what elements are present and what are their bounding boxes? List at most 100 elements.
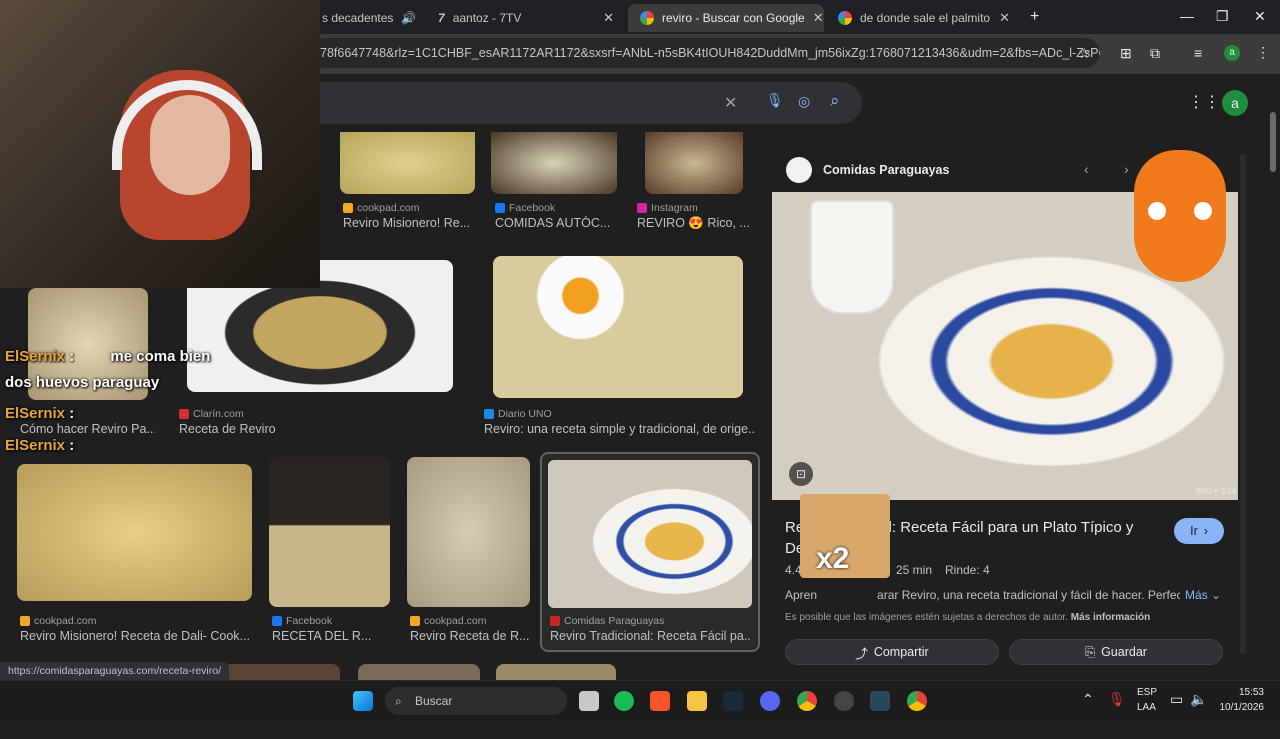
- tab-reviro[interactable]: reviro - Buscar con Google ✕: [628, 4, 824, 32]
- serves: Rinde: 4: [945, 563, 990, 577]
- new-tab-icon[interactable]: +: [1030, 8, 1039, 26]
- prev-icon[interactable]: ‹: [1084, 161, 1089, 177]
- close-tab-icon[interactable]: ✕: [813, 10, 824, 26]
- obs-icon[interactable]: [834, 691, 854, 711]
- share-button[interactable]: ⤴ Compartir: [785, 639, 999, 665]
- result-caption[interactable]: Reviro Tradicional: Receta Fácil pa...: [550, 629, 750, 643]
- status-bar-url: https://comidasparaguayas.com/receta-rev…: [0, 662, 230, 680]
- bookmark-icon: ⎘: [1085, 644, 1096, 659]
- bookmark-star-icon[interactable]: ☆: [1078, 45, 1091, 62]
- clock-time[interactable]: 15:53: [1212, 687, 1264, 698]
- volume-icon[interactable]: 🔈: [1190, 691, 1207, 708]
- result-image[interactable]: [645, 132, 743, 194]
- result-source: Instagram: [637, 202, 698, 214]
- steam-icon[interactable]: [723, 691, 743, 711]
- chrome-active-icon[interactable]: [907, 691, 927, 711]
- apps-grid-icon[interactable]: ⋮⋮: [1188, 92, 1220, 112]
- result-caption[interactable]: RECETA DEL R...: [272, 629, 390, 643]
- result-image[interactable]: [358, 664, 480, 680]
- result-caption[interactable]: Receta de Reviro: [179, 422, 379, 436]
- result-source: Clarín.com: [179, 408, 244, 420]
- result-image[interactable]: [407, 457, 530, 607]
- chevron-up-icon[interactable]: ⌃: [1082, 691, 1094, 708]
- result-caption[interactable]: COMIDAS AUTÓC...: [495, 216, 620, 230]
- tab-palmito[interactable]: de donde sale el palmito - Busc ✕: [826, 4, 1022, 32]
- tab-title: aantoz - 7TV: [452, 11, 522, 25]
- result-caption[interactable]: Reviro Receta de R...: [410, 629, 530, 643]
- close-window-icon[interactable]: ✕: [1254, 8, 1266, 25]
- discord-icon[interactable]: [760, 691, 780, 711]
- profile-avatar[interactable]: a: [1224, 45, 1240, 61]
- speaker-icon[interactable]: 🔊: [401, 11, 416, 25]
- copyright-note: Es posible que las imágenes estén sujeta…: [785, 612, 1151, 623]
- eye-icon: [1194, 202, 1212, 220]
- save-button[interactable]: ⎘ Guardar: [1009, 639, 1223, 665]
- result-caption[interactable]: REVIRO 😍 Rico, ...: [637, 216, 757, 231]
- chat-message: ElSernix :: [5, 405, 75, 422]
- menu-dots-icon[interactable]: ⋮: [1256, 44, 1270, 61]
- minimize-icon[interactable]: —: [1180, 8, 1194, 24]
- tab-decadentes[interactable]: s decadentes 🔊 ✕: [310, 4, 424, 32]
- language-code[interactable]: ESP: [1137, 687, 1157, 698]
- result-caption[interactable]: Reviro Misionero! Re...: [343, 216, 473, 230]
- extensions-icon[interactable]: ⧉: [1150, 45, 1160, 62]
- chrome-icon[interactable]: [797, 691, 817, 711]
- webcam-overlay: [0, 0, 320, 288]
- result-image[interactable]: [269, 457, 390, 607]
- taskbar: ⌕ Buscar ⌃ 🎙 ESP LAA ▭ 🔈 15:53 10/1/2026: [0, 680, 1280, 720]
- media-control-icon[interactable]: ≡: [1194, 45, 1202, 61]
- url-field[interactable]: 78f6647748&rlz=1C1CHBF_esAR1172AR1172&sx…: [310, 38, 1100, 68]
- next-icon[interactable]: ›: [1124, 161, 1129, 177]
- result-source: Diario UNO: [484, 408, 552, 420]
- result-source: cookpad.com: [20, 615, 96, 627]
- panel-source[interactable]: Comidas Paraguayas: [823, 163, 949, 177]
- more-link[interactable]: Más ⌄: [1185, 588, 1221, 602]
- lens-search-icon[interactable]: ⊡: [789, 462, 813, 486]
- cat-emote: x2: [800, 494, 890, 578]
- more-info-link[interactable]: Más información: [1071, 612, 1150, 623]
- result-image[interactable]: [491, 132, 617, 194]
- result-source: cookpad.com: [410, 615, 486, 627]
- result-caption[interactable]: Reviro Misionero! Receta de Dali- Cook..…: [20, 629, 255, 643]
- taskbar-search[interactable]: ⌕ Buscar: [385, 687, 567, 715]
- result-image[interactable]: [222, 664, 340, 680]
- panel-scrollbar[interactable]: [1240, 154, 1246, 654]
- panel-description: Apren arar Reviro, una receta tradicional…: [785, 588, 1180, 602]
- file-explorer-icon[interactable]: [579, 691, 599, 711]
- result-caption[interactable]: Reviro: una receta simple y tradicional,…: [484, 422, 754, 436]
- tab-title: de donde sale el palmito - Busc: [860, 11, 990, 25]
- result-image[interactable]: [17, 464, 252, 601]
- keyboard-layout[interactable]: LAA: [1137, 702, 1156, 713]
- result-image[interactable]: [493, 256, 743, 398]
- folder-icon[interactable]: [687, 691, 707, 711]
- account-avatar[interactable]: a: [1222, 90, 1248, 116]
- brave-icon[interactable]: [650, 691, 670, 711]
- search-icon[interactable]: ⌕: [830, 91, 840, 111]
- tab-7tv[interactable]: 7 aantoz - 7TV ✕: [426, 4, 626, 32]
- result-image[interactable]: [340, 132, 475, 194]
- translate-icon[interactable]: ⊞: [1120, 45, 1132, 62]
- maximize-icon[interactable]: ❐: [1216, 8, 1229, 25]
- go-button[interactable]: Ir ›: [1174, 518, 1224, 544]
- network-icon[interactable]: ▭: [1170, 691, 1183, 708]
- spotify-icon[interactable]: [614, 691, 634, 711]
- page-scrollbar[interactable]: [1270, 112, 1276, 172]
- result-caption[interactable]: Cómo hacer Reviro Pa...: [20, 422, 155, 436]
- steam-icon[interactable]: [870, 691, 890, 711]
- result-source: cookpad.com: [343, 202, 419, 214]
- windows-start-icon[interactable]: [353, 691, 373, 711]
- result-image[interactable]: [496, 664, 616, 680]
- close-tab-icon[interactable]: ✕: [603, 10, 614, 26]
- search-icon: ⌕: [395, 694, 402, 708]
- cook-time: 25 min: [896, 563, 933, 577]
- microphone-icon[interactable]: 🎙: [766, 92, 784, 109]
- clock-date[interactable]: 10/1/2026: [1212, 702, 1265, 713]
- close-tab-icon[interactable]: ✕: [999, 10, 1010, 26]
- microphone-icon[interactable]: 🎙: [1108, 691, 1126, 708]
- clear-icon[interactable]: ✕: [724, 93, 737, 113]
- lens-icon[interactable]: ◎: [798, 93, 810, 110]
- 7tv-icon: 7: [438, 11, 445, 25]
- result-image: [548, 460, 752, 608]
- search-box[interactable]: ✕ 🎙 ◎ ⌕: [300, 82, 862, 124]
- coffee-cup: [812, 202, 892, 312]
